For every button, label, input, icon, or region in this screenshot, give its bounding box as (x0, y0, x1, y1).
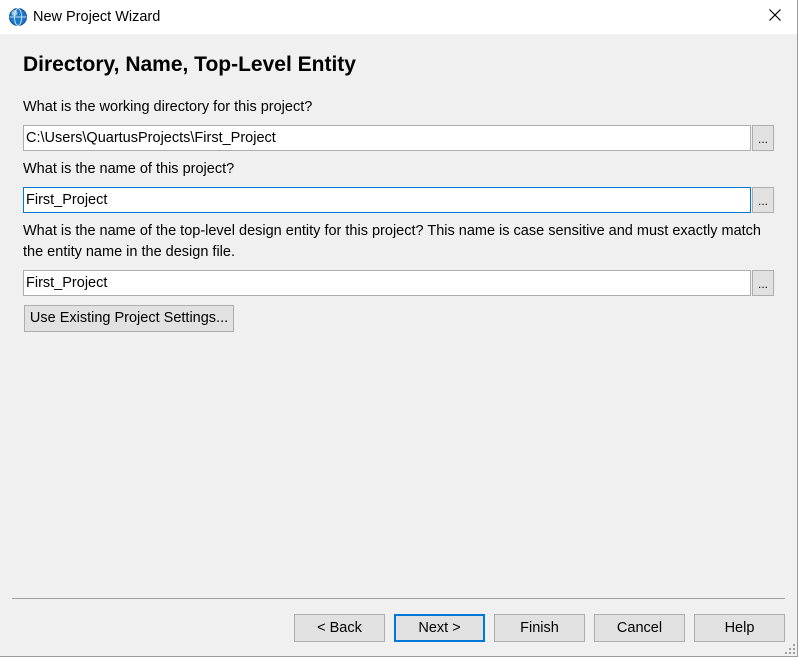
window-title: New Project Wizard (33, 9, 161, 25)
working-directory-label: What is the working directory for this p… (23, 99, 313, 115)
back-button[interactable]: < Back (294, 614, 385, 642)
working-directory-browse-button[interactable]: ... (752, 125, 774, 151)
top-level-entity-browse-button[interactable]: ... (752, 270, 774, 296)
cancel-button[interactable]: Cancel (594, 614, 685, 642)
close-button[interactable] (752, 0, 797, 34)
help-button[interactable]: Help (694, 614, 785, 642)
top-level-entity-label: What is the name of the top-level design… (23, 223, 761, 260)
close-icon (768, 8, 781, 26)
new-project-wizard-window: New Project Wizard Directory, Name, Top-… (0, 0, 798, 657)
project-name-browse-button[interactable]: ... (752, 187, 774, 213)
page-title: Directory, Name, Top-Level Entity (23, 53, 356, 76)
finish-button[interactable]: Finish (494, 614, 585, 642)
next-button[interactable]: Next > (394, 614, 485, 642)
top-level-entity-field[interactable]: First_Project (23, 270, 751, 296)
working-directory-field[interactable]: C:\Users\QuartusProjects\First_Project (23, 125, 751, 151)
project-name-field[interactable]: First_Project (23, 187, 751, 213)
use-existing-project-settings-button[interactable]: Use Existing Project Settings... (24, 305, 234, 332)
title-bar: New Project Wizard (0, 0, 797, 34)
project-name-label: What is the name of this project? (23, 161, 235, 177)
resize-grip-icon[interactable] (782, 641, 796, 655)
footer-divider (12, 598, 785, 599)
quartus-globe-icon (8, 7, 28, 27)
